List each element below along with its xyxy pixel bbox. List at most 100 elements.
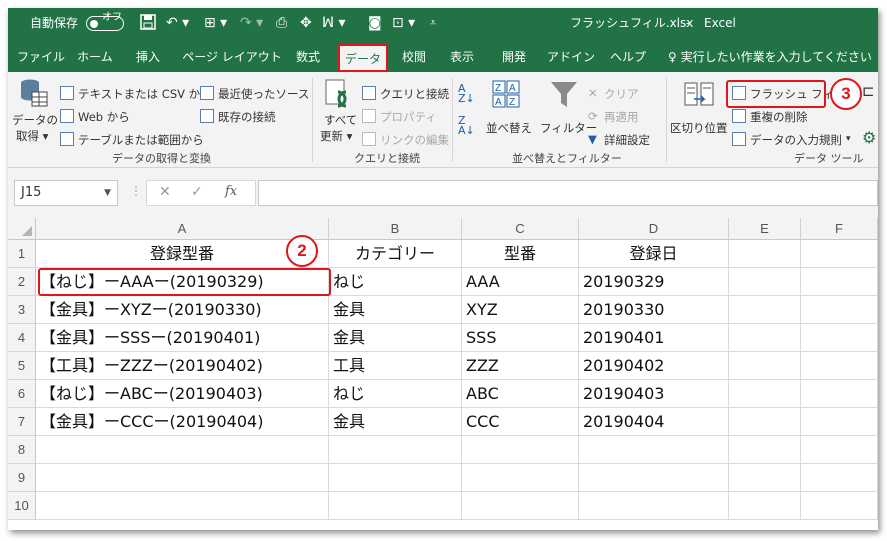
tab-file[interactable]: ファイル bbox=[14, 46, 68, 68]
text-to-columns-button[interactable]: 区切り位置 bbox=[670, 76, 728, 142]
cell-b9[interactable] bbox=[329, 464, 462, 492]
cell-b5[interactable]: 工具 bbox=[329, 352, 462, 380]
cell-d6[interactable]: 20190403 bbox=[579, 380, 729, 408]
recent-sources[interactable]: 最近使ったソース bbox=[218, 86, 309, 102]
manage-data-model-icon[interactable]: ⚙ bbox=[862, 128, 876, 147]
refresh-all-button[interactable]: すべて 更新 ▾ bbox=[316, 76, 358, 148]
autosave-toggle[interactable]: オフ bbox=[86, 12, 124, 31]
undo-icon[interactable]: ↶ ▾ bbox=[166, 14, 189, 32]
tab-insert[interactable]: 挿入 bbox=[128, 46, 168, 68]
cell-c8[interactable] bbox=[462, 436, 579, 464]
row-header-3[interactable]: 3 bbox=[8, 296, 36, 324]
cell-e6[interactable] bbox=[729, 380, 801, 408]
cell-a3[interactable]: 【金具】ーXYZー(20190330) bbox=[36, 296, 329, 324]
cell-f4[interactable] bbox=[801, 324, 878, 352]
tab-page-layout[interactable]: ページ レイアウト bbox=[182, 46, 282, 68]
cell-c9[interactable] bbox=[462, 464, 579, 492]
cell-f5[interactable] bbox=[801, 352, 878, 380]
sort-za-icon[interactable]: Z A↓ bbox=[458, 115, 475, 136]
cell-c1[interactable]: 型番 bbox=[462, 240, 579, 268]
cell-e5[interactable] bbox=[729, 352, 801, 380]
enter-icon[interactable]: ✓ bbox=[191, 184, 203, 200]
cell-b6[interactable]: ねじ bbox=[329, 380, 462, 408]
cell-c6[interactable]: ABC bbox=[462, 380, 579, 408]
column-header-d[interactable]: D bbox=[579, 218, 729, 240]
cell-b10[interactable] bbox=[329, 492, 462, 520]
cell-b2[interactable]: ねじ bbox=[329, 268, 462, 296]
tab-addins[interactable]: アドイン bbox=[546, 46, 596, 68]
row-header-2[interactable]: 2 bbox=[8, 268, 36, 296]
cell-e2[interactable] bbox=[729, 268, 801, 296]
cell-c4[interactable]: SSS bbox=[462, 324, 579, 352]
tab-help[interactable]: ヘルプ bbox=[606, 46, 650, 68]
cell-b8[interactable] bbox=[329, 436, 462, 464]
tab-home[interactable]: ホーム bbox=[72, 46, 118, 68]
data-validation[interactable]: データの入力規則 bbox=[750, 132, 842, 148]
sort-az-icon[interactable]: A Z↓ bbox=[458, 83, 475, 104]
tell-me-box[interactable]: ♀ 実行したい作業を入力してください bbox=[668, 46, 872, 68]
cell-e9[interactable] bbox=[729, 464, 801, 492]
tab-data[interactable]: データ bbox=[338, 44, 388, 72]
row-header-4[interactable]: 4 bbox=[8, 324, 36, 352]
row-header-10[interactable]: 10 bbox=[8, 492, 36, 520]
cancel-icon[interactable]: ✕ bbox=[159, 184, 171, 200]
tab-developer[interactable]: 開発 bbox=[494, 46, 534, 68]
column-header-e[interactable]: E bbox=[729, 218, 801, 240]
cell-b3[interactable]: 金具 bbox=[329, 296, 462, 324]
cell-a10[interactable] bbox=[36, 492, 329, 520]
cell-f2[interactable] bbox=[801, 268, 878, 296]
queries-connections[interactable]: クエリと接続 bbox=[380, 86, 449, 102]
custom-macro-icon[interactable]: ✥ bbox=[300, 14, 312, 32]
cell-d5[interactable]: 20190402 bbox=[579, 352, 729, 380]
cell-c10[interactable] bbox=[462, 492, 579, 520]
borders-icon[interactable]: ⊞ ▾ bbox=[204, 14, 227, 32]
cell-c2[interactable]: AAA bbox=[462, 268, 579, 296]
cell-a5[interactable]: 【工具】ーZZZー(20190402) bbox=[36, 352, 329, 380]
data-validation-dropdown-icon[interactable]: ▾ bbox=[846, 134, 851, 144]
cell-d1[interactable]: 登録日 bbox=[579, 240, 729, 268]
cell-a1[interactable]: 登録型番 bbox=[36, 240, 329, 268]
cell-d9[interactable] bbox=[579, 464, 729, 492]
cell-f3[interactable] bbox=[801, 296, 878, 324]
insert-function-icon[interactable]: fx bbox=[225, 184, 237, 199]
cell-a7[interactable]: 【金具】ーCCCー(20190404) bbox=[36, 408, 329, 436]
cell-f7[interactable] bbox=[801, 408, 878, 436]
existing-connections[interactable]: 既存の接続 bbox=[218, 109, 276, 125]
column-header-c[interactable]: C bbox=[462, 218, 579, 240]
column-header-f[interactable]: F bbox=[801, 218, 878, 240]
cell-a9[interactable] bbox=[36, 464, 329, 492]
tab-view[interactable]: 表示 bbox=[442, 46, 482, 68]
formula-input[interactable] bbox=[258, 180, 878, 206]
cell-f1[interactable] bbox=[801, 240, 878, 268]
cell-d8[interactable] bbox=[579, 436, 729, 464]
advanced-filter[interactable]: 詳細設定 bbox=[604, 132, 650, 148]
cell-a4[interactable]: 【金具】ーSSSー(20190401) bbox=[36, 324, 329, 352]
cell-d10[interactable] bbox=[579, 492, 729, 520]
name-box[interactable]: J15 ▼ bbox=[14, 180, 118, 206]
save-icon[interactable] bbox=[140, 14, 156, 32]
cell-d7[interactable]: 20190404 bbox=[579, 408, 729, 436]
cell-b7[interactable]: 金具 bbox=[329, 408, 462, 436]
column-header-a[interactable]: A bbox=[36, 218, 329, 240]
reapply[interactable]: 再適用 bbox=[604, 109, 639, 125]
row-header-5[interactable]: 5 bbox=[8, 352, 36, 380]
cell-f10[interactable] bbox=[801, 492, 878, 520]
edit-links[interactable]: リンクの編集 bbox=[380, 132, 449, 148]
cell-b4[interactable]: 金具 bbox=[329, 324, 462, 352]
get-data-button[interactable]: データの 取得 ▾ bbox=[12, 76, 58, 148]
row-header-7[interactable]: 7 bbox=[8, 408, 36, 436]
column-header-b[interactable]: B bbox=[329, 218, 462, 240]
cell-a8[interactable] bbox=[36, 436, 329, 464]
cell-e3[interactable] bbox=[729, 296, 801, 324]
cell-d3[interactable]: 20190330 bbox=[579, 296, 729, 324]
properties[interactable]: プロパティ bbox=[380, 109, 437, 125]
cell-e4[interactable] bbox=[729, 324, 801, 352]
filter-button[interactable]: フィルター bbox=[538, 76, 597, 136]
cell-e10[interactable] bbox=[729, 492, 801, 520]
cell-c3[interactable]: XYZ bbox=[462, 296, 579, 324]
row-header-1[interactable]: 1 bbox=[8, 240, 36, 268]
remove-duplicates[interactable]: 重複の削除 bbox=[750, 109, 808, 125]
cell-f8[interactable] bbox=[801, 436, 878, 464]
cell-b1[interactable]: カテゴリー bbox=[329, 240, 462, 268]
cell-e1[interactable] bbox=[729, 240, 801, 268]
